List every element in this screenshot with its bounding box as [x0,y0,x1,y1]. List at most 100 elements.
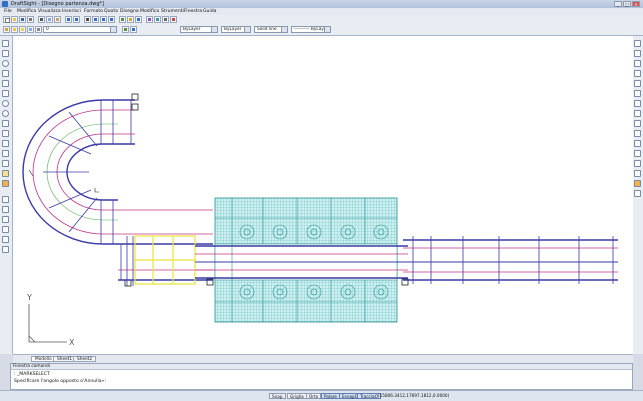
break-tool-icon[interactable] [634,150,641,157]
design-resources-icon[interactable] [170,16,177,23]
ortho-toggle[interactable]: Orto [306,393,322,399]
layer-freeze-icon[interactable] [27,26,34,33]
linestyle-select[interactable]: ---------- ByLayer [291,26,331,33]
explode-tool-icon[interactable] [634,180,641,187]
scale-tool-icon[interactable] [634,110,641,117]
hatch-tool-icon[interactable] [2,140,9,147]
block-insert-tool-icon[interactable] [2,150,9,157]
join-tool-icon[interactable] [634,190,641,197]
spline-tool-icon[interactable] [2,120,9,127]
color-select[interactable]: ByLayer [180,26,218,33]
drawing-svg[interactable]: Y X [13,36,633,354]
previous-layer-icon[interactable] [130,26,137,33]
copy-tool-icon[interactable] [634,50,641,57]
revision-cloud-tool-icon[interactable] [2,236,9,243]
chamfer-tool-icon[interactable] [634,160,641,167]
erase-tool-icon[interactable] [634,40,641,47]
menu-visualizza[interactable]: Visualizza [38,9,61,14]
point-tool-icon[interactable] [2,130,9,137]
zoom-window-icon[interactable] [100,16,107,23]
linetype-select[interactable]: ByLayer [221,26,251,33]
menu-inserisci[interactable]: Inserisci [62,9,81,14]
layer-select[interactable]: 0 [43,26,117,33]
rotate-tool-icon[interactable] [634,100,641,107]
match-properties-icon[interactable] [146,16,153,23]
straight-conveyor-right[interactable] [403,236,618,284]
ellipse-tool-icon[interactable] [2,110,9,117]
polyline-tool-icon[interactable] [2,70,9,77]
leader-tool-icon[interactable] [2,216,9,223]
fillet-tool-icon[interactable] [634,170,641,177]
snap-toggle[interactable]: Snap [269,393,286,399]
text-tool-icon[interactable] [2,196,9,203]
polygon-tool-icon[interactable] [2,80,9,87]
offset-tool-icon[interactable] [634,70,641,77]
close-button[interactable]: ✕ [632,1,640,7]
cut-icon[interactable] [38,16,45,23]
block-icon[interactable] [154,16,161,23]
menu-guida[interactable]: Guida [203,9,216,14]
trim-tool-icon[interactable] [634,130,641,137]
lineweight-select[interactable]: Solid line [254,26,288,33]
menu-strumenti[interactable]: Strumenti [161,9,184,14]
straight-conveyor-left[interactable] [118,209,213,286]
drawing-canvas[interactable]: Y X [13,36,633,354]
new-file-icon[interactable] [3,16,10,23]
table-tool-icon[interactable] [2,180,9,187]
tab-sheet2[interactable]: Sheet2 [73,356,97,362]
polar-toggle[interactable]: Polare [321,393,340,399]
layer-off-icon[interactable] [19,26,26,33]
maximize-button[interactable]: □ [623,1,631,7]
menu-disegna[interactable]: Disegna [120,9,139,14]
copy-icon[interactable] [46,16,53,23]
arc-tool-icon[interactable] [2,100,9,107]
properties-icon[interactable] [119,16,126,23]
extend-tool-icon[interactable] [634,140,641,147]
print-icon[interactable] [27,16,34,23]
command-prompt-line[interactable]: Specificare l'angolo opposto o'Annulla»: [14,379,106,384]
draw-toolbar [0,36,13,354]
menu-modifica[interactable]: Modifica [17,9,36,14]
zoom-extents-icon[interactable] [108,16,115,23]
menu-quota[interactable]: Quota [104,9,118,14]
command-window[interactable]: Finestra comandi : _MARKSELECT Specifica… [10,363,633,390]
hatched-station[interactable] [214,197,398,323]
open-folder-icon[interactable] [11,16,18,23]
zoom-realtime-icon[interactable] [92,16,99,23]
pattern-tool-icon[interactable] [634,80,641,87]
menu-formato[interactable]: Formato [84,9,103,14]
paste-icon[interactable] [54,16,61,23]
save-icon[interactable] [19,16,26,23]
selected-section[interactable] [134,235,196,285]
app-logo-icon [2,1,8,7]
menu-file[interactable]: File [4,9,12,14]
grid-toggle[interactable]: Griglia [287,393,307,399]
move-tool-icon[interactable] [634,90,641,97]
menu-finestra[interactable]: Finestra [184,9,202,14]
minimize-button[interactable]: _ [614,1,622,7]
make-current-layer-icon[interactable] [122,26,129,33]
layer-manager-small-icon[interactable] [3,26,10,33]
donut-tool-icon[interactable] [2,246,9,253]
note-tool-icon[interactable] [2,170,9,177]
mirror-tool-icon[interactable] [634,60,641,67]
help-icon[interactable] [135,16,142,23]
circle-tool-icon[interactable] [2,60,9,67]
layer-manager-icon[interactable] [127,16,134,23]
undo-icon[interactable] [65,16,72,23]
region-tool-icon[interactable] [2,160,9,167]
redo-icon[interactable] [73,16,80,23]
dimension-tool-icon[interactable] [2,206,9,213]
layer-state-icon[interactable] [11,26,18,33]
menu-modifica-2[interactable]: Modifica [140,9,159,14]
chevron-down-icon [281,27,287,32]
rectangle-tool-icon[interactable] [2,90,9,97]
line-tool-icon[interactable] [2,40,9,47]
ucs-y-label: Y [26,293,32,302]
stretch-tool-icon[interactable] [634,120,641,127]
pan-icon[interactable] [84,16,91,23]
measure-icon[interactable] [162,16,169,23]
infinite-line-tool-icon[interactable] [2,50,9,57]
layer-lock-icon[interactable] [35,26,42,33]
wipeout-tool-icon[interactable] [2,226,9,233]
